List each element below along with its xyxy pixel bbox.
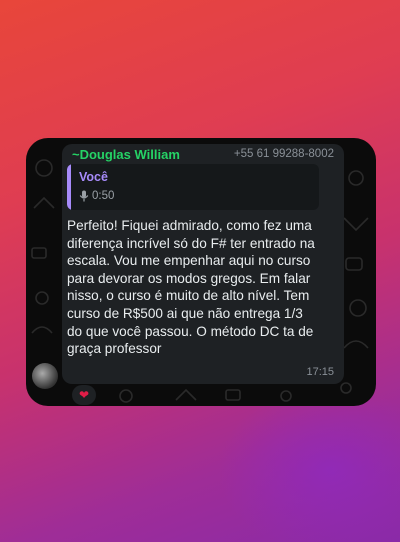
message-bubble[interactable]: ~Douglas William +55 61 99288-8002 Você … (62, 144, 344, 384)
quote-meta: 0:50 (79, 190, 114, 202)
message-time: 17:15 (306, 366, 334, 378)
chat-card: ~Douglas William +55 61 99288-8002 Você … (26, 138, 376, 406)
quote-duration: 0:50 (92, 190, 115, 202)
heart-reaction[interactable]: ❤ (72, 385, 96, 405)
quote-accent-bar (67, 164, 71, 210)
message-text: Perfeito! Fiquei admirado, como fez uma … (67, 218, 315, 357)
avatar[interactable] (32, 363, 58, 389)
microphone-icon (79, 190, 89, 202)
message-header: ~Douglas William +55 61 99288-8002 (72, 144, 334, 164)
sender-phone: +55 61 99288-8002 (233, 148, 334, 160)
heart-icon: ❤ (78, 388, 90, 402)
quoted-message[interactable]: Você 0:50 (67, 164, 319, 210)
quote-author: Você (79, 170, 108, 184)
sender-name[interactable]: ~Douglas William (72, 147, 180, 162)
